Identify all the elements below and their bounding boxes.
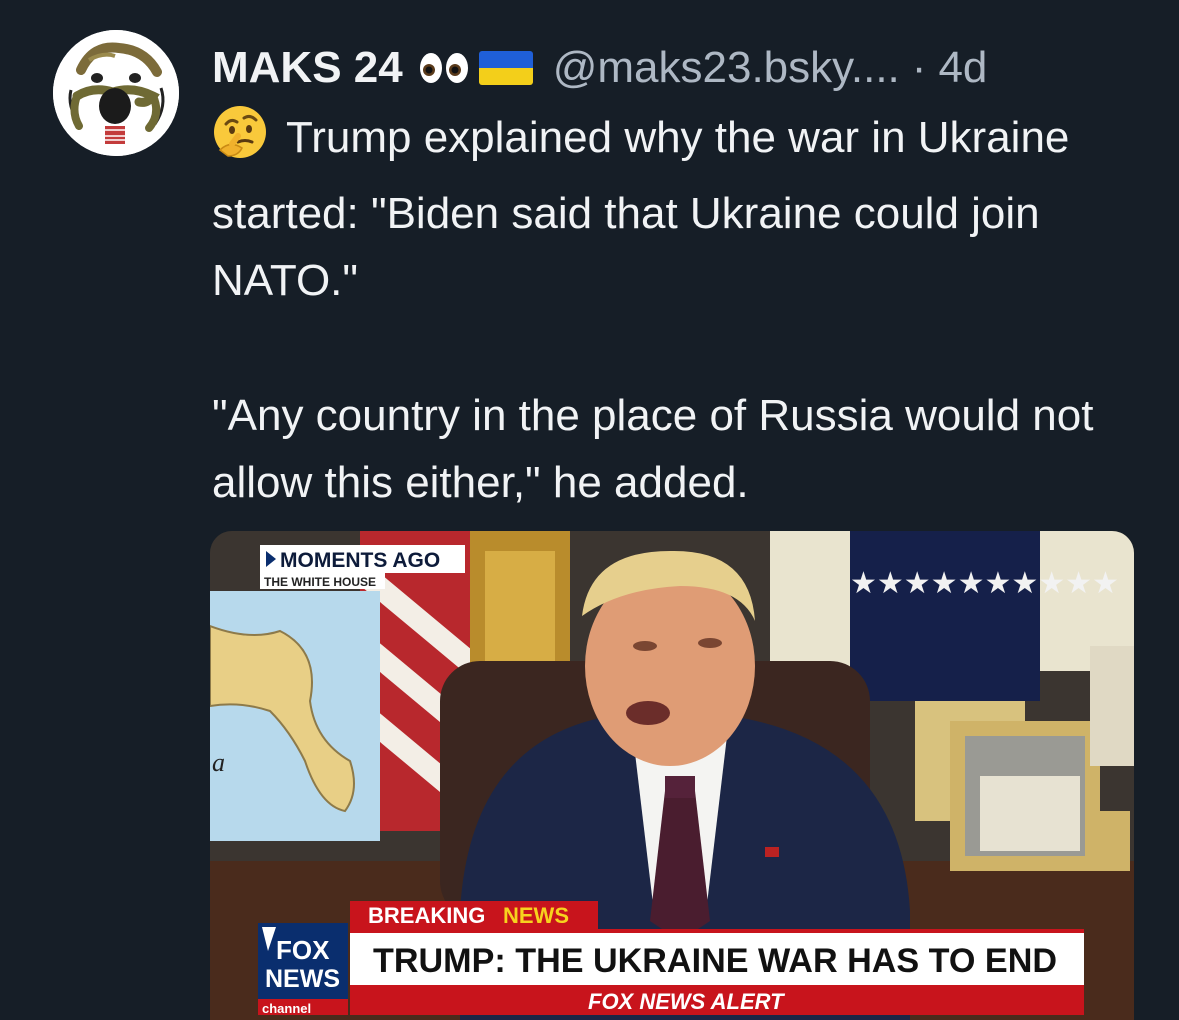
post-header: MAKS 24 @maks23.bsky.... · 4d xyxy=(212,38,987,98)
post: MAKS 24 @maks23.bsky.... · 4d Trump expl… xyxy=(0,0,1179,1020)
author-avatar[interactable] xyxy=(53,30,179,156)
eyes-emoji-icon xyxy=(419,52,469,84)
header-separator: · xyxy=(911,43,927,92)
post-media-image[interactable]: a ★★★★★★★★★★ MOMENTS AGO THE WHITE HOUSE… xyxy=(210,531,1134,1020)
post-timestamp[interactable]: 4d xyxy=(938,43,987,93)
thinking-face-icon xyxy=(212,104,268,180)
fox-news-alert-text: FOX NEWS ALERT xyxy=(588,989,785,1014)
post-paragraph-2: "Any country in the place of Russia woul… xyxy=(212,390,1094,508)
ukraine-flag-icon xyxy=(478,51,533,85)
post-paragraph-1: Trump explained why the war in Ukraine s… xyxy=(212,104,1152,315)
author-display-name[interactable]: MAKS 24 xyxy=(212,43,403,93)
moments-ago-label: MOMENTS AGO xyxy=(280,549,440,572)
news-label: NEWS xyxy=(503,903,569,928)
post-paragraph-1-text: Trump explained why the war in Ukraine s… xyxy=(212,113,1070,305)
fox-logo-line3: channel xyxy=(262,1001,311,1016)
fox-logo-line2: NEWS xyxy=(265,965,340,993)
fox-logo-line1: FOX xyxy=(276,935,330,965)
author-handle[interactable]: @maks23.bsky.... xyxy=(553,43,900,93)
breaking-label: BREAKING xyxy=(368,903,485,928)
white-house-label: THE WHITE HOUSE xyxy=(264,575,376,589)
map-letter: a xyxy=(212,748,225,777)
headline-text: TRUMP: THE UKRAINE WAR HAS TO END xyxy=(373,942,1057,980)
post-body: Trump explained why the war in Ukraine s… xyxy=(212,104,1152,517)
svg-text:★★★★★★★★★★: ★★★★★★★★★★ xyxy=(850,566,1119,601)
